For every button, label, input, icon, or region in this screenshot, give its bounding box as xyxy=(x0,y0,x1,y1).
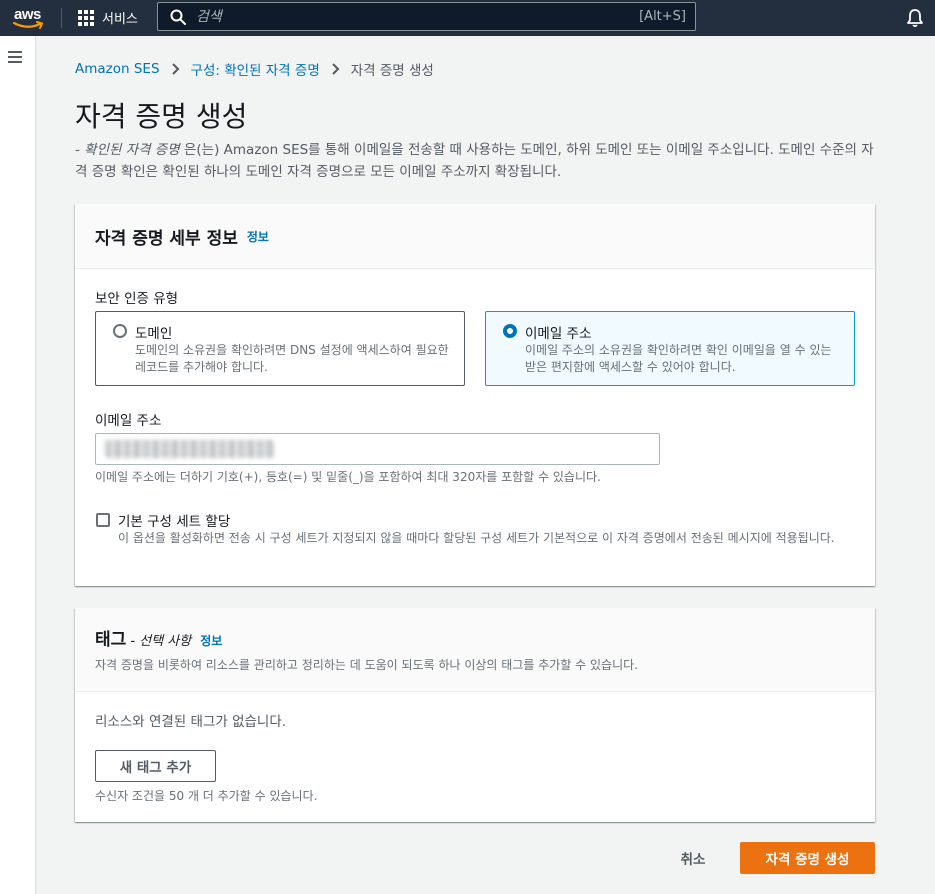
identity-details-heading: 자격 증명 세부 정보 xyxy=(95,228,238,249)
chevron-right-icon xyxy=(171,63,179,75)
menu-hamburger-icon[interactable] xyxy=(8,51,22,63)
identity-details-info-link[interactable]: 정보 xyxy=(247,228,269,245)
side-navigation-rail xyxy=(0,36,36,894)
aws-logo[interactable]: aws xyxy=(13,5,47,31)
nav-divider xyxy=(61,8,62,28)
desc-rest: 은(는) Amazon SES를 통해 이메일을 전송할 때 사용하는 도메인,… xyxy=(75,142,874,180)
domain-option-description: 도메인의 소유권을 확인하려면 DNS 설정에 액세스하여 필요한 레코드를 추… xyxy=(135,343,449,374)
tags-heading: 태그 - 선택 사항 정보 xyxy=(95,625,855,650)
identity-type-domain-tile[interactable]: 도메인 도메인의 소유권을 확인하려면 DNS 설정에 액세스하여 필요한 레코… xyxy=(95,311,465,386)
default-config-set-label[interactable]: 기본 구성 세트 할당 xyxy=(118,510,230,530)
notifications-bell-icon[interactable] xyxy=(906,8,924,28)
tags-header: 태그 - 선택 사항 정보 자격 증명을 비롯하여 리소스를 관리하고 정리하는 … xyxy=(75,608,875,692)
identity-details-header: 자격 증명 세부 정보 정보 xyxy=(75,204,875,269)
search-shortcut-hint: [Alt+S] xyxy=(639,9,686,24)
domain-option-title: 도메인 xyxy=(135,326,173,342)
services-grid-icon xyxy=(78,9,94,26)
chevron-right-icon xyxy=(332,63,340,75)
identity-type-label: 보안 인증 유형 xyxy=(95,291,179,307)
breadcrumb-link-ses[interactable]: Amazon SES xyxy=(75,61,160,77)
identity-type-email-tile[interactable]: 이메일 주소 이메일 주소의 소유권을 확인하려면 확인 이메일을 열 수 있는… xyxy=(485,311,855,386)
default-config-set-description: 이 옵션을 활성화하면 전송 시 구성 세트가 지정되지 않을 때마다 할당된 … xyxy=(118,531,835,545)
tags-panel: 태그 - 선택 사항 정보 자격 증명을 비롯하여 리소스를 관리하고 정리하는 … xyxy=(75,608,875,822)
tags-optional-label: - 선택 사항 xyxy=(126,634,192,649)
search-bar[interactable]: [Alt+S] xyxy=(157,2,696,31)
search-input[interactable] xyxy=(196,8,640,25)
desc-term: 확인된 자격 증명 xyxy=(84,142,180,158)
email-address-label: 이메일 주소 xyxy=(95,413,162,429)
tags-info-link[interactable]: 정보 xyxy=(200,634,222,648)
redacted-email-value xyxy=(105,440,275,458)
domain-radio[interactable] xyxy=(113,324,127,338)
add-new-tag-button[interactable]: 새 태그 추가 xyxy=(95,750,216,782)
page-description: - 확인된 자격 증명 은(는) Amazon SES를 통해 이메일을 전송할… xyxy=(75,139,885,183)
identity-details-panel: 자격 증명 세부 정보 정보 보안 인증 유형 도메인 도메인의 소유권을 확인… xyxy=(75,204,875,586)
tags-description: 자격 증명을 비롯하여 리소스를 관리하고 정리하는 데 도움이 되도록 하나 … xyxy=(95,658,638,672)
aws-smile-icon xyxy=(13,21,44,29)
desc-prefix: - xyxy=(75,142,85,158)
top-navigation: aws 서비스 [Alt+S] xyxy=(0,0,935,36)
page-title: 자격 증명 생성 xyxy=(75,100,248,133)
email-radio[interactable] xyxy=(503,324,517,338)
tag-limit-hint: 수신자 조건을 50 개 더 추가할 수 있습니다. xyxy=(95,789,318,803)
search-icon xyxy=(170,9,186,25)
default-config-set-checkbox[interactable] xyxy=(96,513,110,527)
email-address-hint: 이메일 주소에는 더하기 기호(+), 등호(=) 및 밑줄(_)을 포함하여 … xyxy=(95,470,601,484)
breadcrumb-link-verified-identities[interactable]: 구성: 확인된 자격 증명 xyxy=(191,59,320,79)
create-identity-button[interactable]: 자격 증명 생성 xyxy=(740,842,875,874)
email-option-description: 이메일 주소의 소유권을 확인하려면 확인 이메일을 열 수 있는 받은 편지함… xyxy=(525,343,832,374)
services-menu-button[interactable]: 서비스 xyxy=(78,8,138,27)
cancel-button[interactable]: 취소 xyxy=(664,842,722,874)
breadcrumb: Amazon SES 구성: 확인된 자격 증명 자격 증명 생성 xyxy=(75,59,434,79)
no-tags-message: 리소스와 연결된 태그가 없습니다. xyxy=(95,714,287,730)
tags-heading-text: 태그 xyxy=(95,630,127,650)
email-option-title: 이메일 주소 xyxy=(525,326,592,342)
services-label: 서비스 xyxy=(102,12,138,27)
breadcrumb-current: 자격 증명 생성 xyxy=(350,63,434,79)
